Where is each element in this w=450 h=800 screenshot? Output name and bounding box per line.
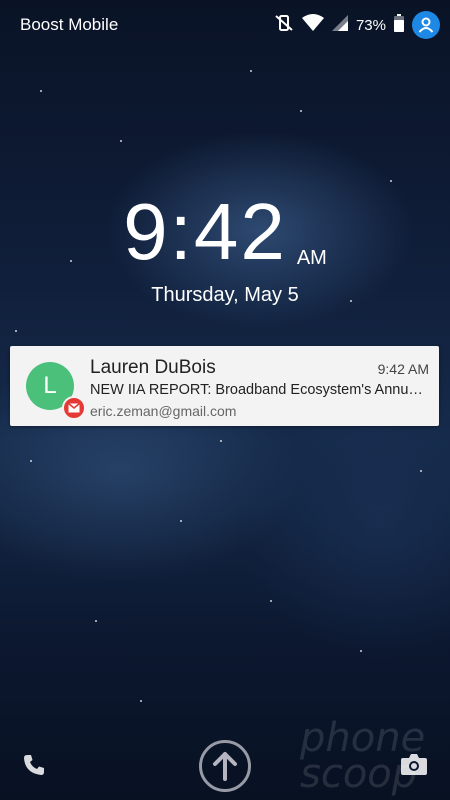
wifi-icon: [301, 13, 324, 37]
notification-time: 9:42 AM: [377, 361, 429, 377]
email-notification-card[interactable]: L Lauren DuBois 9:42 AM NEW IIA REPORT: …: [10, 346, 439, 426]
clock-date: Thursday, May 5: [151, 284, 299, 306]
notification-account: eric.zeman@gmail.com: [90, 403, 237, 419]
gmail-icon: [62, 396, 86, 420]
status-bar: Boost Mobile 73%: [0, 0, 450, 50]
account-icon[interactable]: [412, 11, 440, 39]
lockscreen-clock: 9:42 AM Thursday, May 5: [0, 192, 450, 307]
notification-sender: Lauren DuBois: [90, 357, 216, 378]
unlock-arrow-icon[interactable]: [199, 740, 251, 792]
battery-percent: 73%: [355, 16, 386, 34]
carrier-name: Boost Mobile: [20, 15, 119, 34]
cell-signal-icon: [331, 14, 348, 37]
clock-time: 9:42: [123, 187, 287, 276]
clock-ampm: AM: [296, 247, 327, 269]
battery-icon: [394, 13, 404, 37]
vibrate-off-icon: [274, 13, 294, 38]
notification-subject: NEW IIA REPORT: Broadband Ecosystem's An…: [90, 382, 430, 398]
phone-icon[interactable]: [22, 753, 46, 782]
camera-icon[interactable]: [400, 752, 428, 781]
